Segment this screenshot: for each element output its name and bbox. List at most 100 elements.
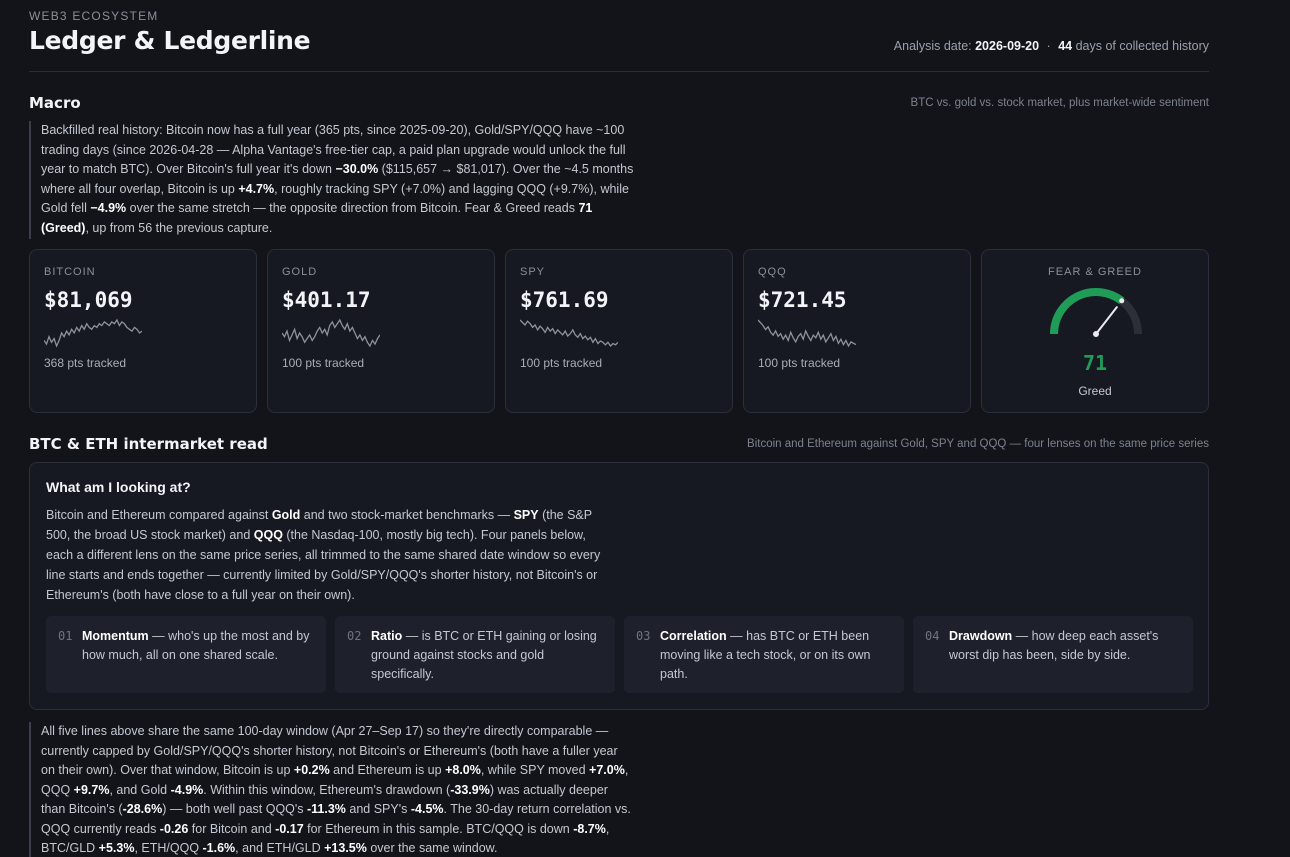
explainer-panel: What am I looking at? Bitcoin and Ethere…	[29, 462, 1209, 710]
highlight-value: −30.0%	[335, 162, 379, 176]
sparkline-path	[44, 318, 142, 348]
highlight-value: −4.9%	[90, 201, 127, 215]
highlight-value: -4.9%	[170, 782, 204, 797]
card-points: 368 pts tracked	[44, 356, 127, 370]
lens-text: Ratio — is BTC or ETH gaining or losing …	[371, 627, 603, 684]
lens-ratio: 02 Ratio — is BTC or ETH gaining or losi…	[335, 616, 615, 693]
text-run: , ETH/QQQ	[134, 841, 203, 855]
text-run: , and Gold	[109, 782, 171, 797]
lens-correlation: 03 Correlation — has BTC or ETH been mov…	[624, 616, 904, 693]
text-run: and Ethereum is up	[329, 763, 446, 777]
sparkline	[44, 318, 142, 348]
lens-name: Ratio	[371, 629, 403, 643]
lens-text: Drawdown — how deep each asset's worst d…	[949, 627, 1181, 665]
lens-name: Momentum	[82, 629, 149, 643]
highlight-value: +13.5%	[324, 841, 367, 855]
gauge-pivot	[1093, 331, 1099, 337]
highlight-value: QQQ	[253, 528, 283, 542]
highlight-value: -0.26	[159, 821, 189, 836]
sparkline-path	[758, 319, 856, 348]
card-price: $761.69	[520, 288, 609, 312]
sparkline-path	[282, 318, 380, 348]
lens-number: 04	[925, 629, 940, 643]
intermarket-note: All five lines above share the same 100-…	[29, 722, 634, 857]
lens-number: 01	[58, 629, 73, 643]
card-spy: SPY $761.69 100 pts tracked	[505, 249, 733, 413]
text-run: for Ethereum in this sample. BTC/QQQ is …	[303, 821, 574, 836]
lens-text: Momentum — who's up the most and by how …	[82, 627, 314, 665]
gauge-tip	[1119, 298, 1125, 304]
intermarket-subtitle: Bitcoin and Ethereum against Gold, SPY a…	[747, 438, 1209, 450]
highlight-value: -4.5%	[410, 802, 444, 816]
intermarket-title: BTC & ETH intermarket read	[29, 435, 268, 453]
text-run: over the same window.	[366, 841, 498, 855]
lens-text: Correlation — has BTC or ETH been moving…	[660, 627, 892, 684]
text-run: ) — both well past QQQ's	[162, 802, 307, 816]
macro-title: Macro	[29, 94, 81, 112]
gauge-needle	[1095, 306, 1118, 335]
lens-number: 02	[347, 629, 362, 643]
text-run: , up from 56 the previous capture.	[85, 220, 273, 235]
sparkline-path	[520, 319, 618, 348]
explainer-title: What am I looking at?	[46, 479, 191, 495]
highlight-value: -28.6%	[122, 802, 163, 816]
card-label: QQQ	[758, 266, 787, 278]
card-qqq: QQQ $721.45 100 pts tracked	[743, 249, 971, 413]
days-label: days of collected history	[1075, 39, 1209, 53]
highlight-value: +9.7%	[73, 782, 110, 797]
highlight-value: -8.7%	[573, 821, 606, 836]
card-fear-greed: FEAR & GREED 71 Greed	[981, 249, 1209, 413]
highlight-value: -1.6%	[202, 841, 236, 855]
lens-number: 03	[636, 629, 651, 643]
analysis-date: 2026-09-20	[975, 39, 1040, 53]
lens-momentum: 01 Momentum — who's up the most and by h…	[46, 616, 326, 693]
analysis-meta: Analysis date: 2026-09-20 · 44 days of c…	[894, 39, 1209, 53]
card-price: $721.45	[758, 288, 847, 312]
card-label: SPY	[520, 266, 546, 278]
analysis-label: Analysis date:	[893, 39, 972, 53]
header-divider	[29, 71, 1209, 72]
highlight-value: +4.7%	[238, 181, 275, 196]
lens-name: Correlation	[660, 629, 727, 643]
sparkline	[282, 318, 380, 348]
fear-greed-gauge	[1050, 288, 1142, 337]
highlight-value: Gold	[271, 508, 301, 522]
page-title: Ledger & Ledgerline	[29, 26, 311, 55]
fear-greed-word: Greed	[1078, 384, 1112, 398]
text-run: and SPY's	[345, 802, 411, 816]
lens-name: Drawdown	[949, 629, 1013, 643]
highlight-value: -0.17	[275, 821, 304, 836]
card-points: 100 pts tracked	[282, 356, 365, 370]
highlight-value: -11.3%	[307, 802, 346, 816]
fear-greed-value: 71	[1082, 351, 1108, 375]
card-bitcoin: BITCOIN $81,069 368 pts tracked	[29, 249, 257, 413]
text-run: and two stock-market benchmarks —	[300, 508, 514, 522]
highlight-value: +8.0%	[445, 763, 481, 777]
macro-cards: BITCOIN $81,069 368 pts tracked GOLD $40…	[29, 249, 1209, 413]
card-label: BITCOIN	[44, 266, 96, 278]
highlight-value: +0.2%	[293, 763, 330, 777]
text-run: , and ETH/GLD	[235, 841, 325, 855]
page-eyebrow: WEB3 ECOSYSTEM	[29, 9, 159, 23]
card-label: GOLD	[282, 266, 318, 278]
explainer-text: Bitcoin and Ethereum compared against Go…	[46, 505, 606, 605]
highlight-value: +7.0%	[589, 763, 625, 777]
sparkline	[520, 319, 618, 348]
highlight-value: +5.3%	[98, 841, 135, 855]
meta-separator: ·	[1046, 39, 1051, 53]
card-price: $401.17	[282, 288, 371, 312]
card-points: 100 pts tracked	[520, 356, 603, 370]
fear-greed-label: FEAR & GREED	[1048, 266, 1142, 278]
gauge-track	[1050, 288, 1142, 335]
text-run: , while SPY moved	[480, 763, 590, 777]
card-points: 100 pts tracked	[758, 356, 841, 370]
lens-desc: — is BTC or ETH gaining or losing ground…	[371, 629, 597, 681]
text-run: for Bitcoin and	[188, 821, 276, 836]
card-price: $81,069	[44, 288, 133, 312]
card-gold: GOLD $401.17 100 pts tracked	[267, 249, 495, 413]
text-run: Bitcoin and Ethereum compared against	[46, 508, 272, 522]
lens-drawdown: 04 Drawdown — how deep each asset's wors…	[913, 616, 1193, 693]
sparkline	[758, 319, 856, 348]
macro-note: Backfilled real history: Bitcoin now has…	[29, 121, 634, 239]
days-count: 44	[1058, 39, 1073, 53]
